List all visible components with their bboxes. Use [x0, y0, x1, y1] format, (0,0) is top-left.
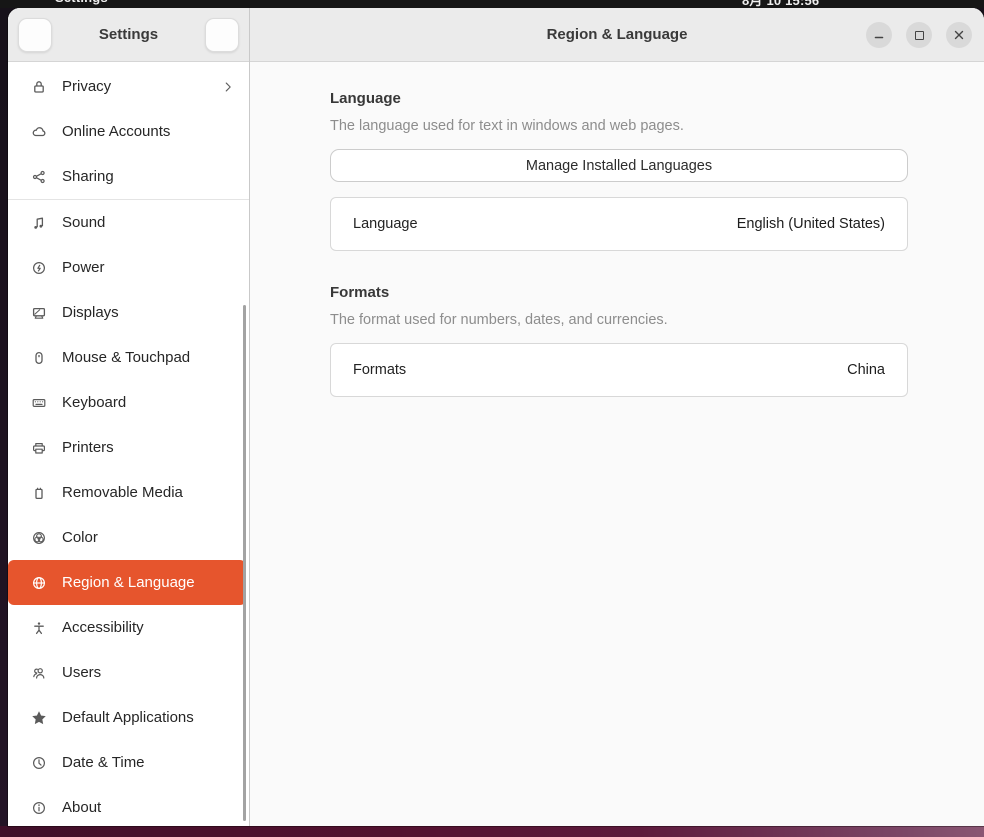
language-row-value: English (United States) [737, 216, 885, 232]
accessibility-icon [30, 619, 47, 636]
sidebar-item-label: Users [62, 664, 101, 681]
clock-icon [30, 754, 47, 771]
info-icon [30, 799, 47, 816]
share-icon [30, 168, 47, 185]
display-icon [30, 304, 47, 321]
sidebar-item-keyboard[interactable]: Keyboard [8, 380, 249, 425]
sidebar-item-label: Online Accounts [62, 123, 170, 140]
close-button[interactable] [946, 22, 972, 48]
sidebar-item-color[interactable]: Color [8, 515, 249, 560]
sidebar-item-label: Privacy [62, 78, 111, 95]
language-section-title: Language [330, 90, 908, 107]
usb-drive-icon [30, 484, 47, 501]
sidebar-item-displays[interactable]: Displays [8, 290, 249, 335]
sidebar-item-label: Default Applications [62, 709, 194, 726]
chevron-right-icon [221, 80, 235, 94]
formats-section-title: Formats [330, 284, 908, 301]
cloud-icon [30, 123, 47, 140]
sidebar-header: Settings [8, 8, 249, 62]
main-panel: Region & Language Language The language … [250, 8, 984, 826]
sidebar-scrollbar[interactable] [243, 305, 246, 821]
sidebar-item-users[interactable]: Users [8, 650, 249, 695]
formats-row-value: China [847, 362, 885, 378]
sidebar-item-label: Date & Time [62, 754, 145, 771]
sidebar-item-default-applications[interactable]: Default Applications [8, 695, 249, 740]
sidebar-item-about[interactable]: About [8, 785, 249, 826]
region-language-content: Language The language used for text in w… [250, 62, 984, 397]
search-icon [27, 27, 43, 43]
sidebar-nav: Privacy Online Accounts Sharing Sound Po… [8, 62, 249, 826]
sidebar-item-removable-media[interactable]: Removable Media [8, 470, 249, 515]
close-icon [953, 29, 965, 41]
sidebar-item-label: Mouse & Touchpad [62, 349, 190, 366]
sidebar: Settings Privacy Online Accounts Sharing [8, 8, 250, 826]
formats-row-label: Formats [353, 362, 406, 378]
language-row[interactable]: Language English (United States) [330, 197, 908, 251]
sidebar-item-accessibility[interactable]: Accessibility [8, 605, 249, 650]
sidebar-item-label: Keyboard [62, 394, 126, 411]
sidebar-title: Settings [99, 26, 158, 43]
formats-row[interactable]: Formats China [330, 343, 908, 397]
language-section-description: The language used for text in windows an… [330, 118, 908, 134]
sidebar-item-region-language[interactable]: Region & Language [8, 560, 246, 605]
topbar-clock[interactable]: 8月 10 15:56 [742, 0, 819, 8]
sidebar-item-online-accounts[interactable]: Online Accounts [8, 109, 249, 154]
settings-window: Settings Privacy Online Accounts Sharing [8, 8, 984, 826]
sidebar-item-sharing[interactable]: Sharing [8, 154, 249, 199]
language-row-label: Language [353, 216, 418, 232]
desktop-wallpaper-strip [0, 826, 984, 837]
sidebar-item-mouse-touchpad[interactable]: Mouse & Touchpad [8, 335, 249, 380]
hamburger-menu-icon [214, 27, 230, 43]
sidebar-item-printers[interactable]: Printers [8, 425, 249, 470]
manage-installed-languages-button[interactable]: Manage Installed Languages [330, 149, 908, 182]
page-title: Region & Language [547, 26, 688, 43]
desktop: Settings Privacy Online Accounts Sharing [0, 8, 984, 826]
mouse-icon [30, 349, 47, 366]
sidebar-item-label: Removable Media [62, 484, 183, 501]
window-controls [866, 8, 972, 62]
sidebar-item-label: Power [62, 259, 105, 276]
desktop-top-bar: Settings 8月 10 15:56 [0, 0, 984, 8]
minimize-icon [873, 29, 885, 41]
formats-section: Formats The format used for numbers, dat… [330, 284, 908, 397]
sidebar-item-power[interactable]: Power [8, 245, 249, 290]
sidebar-item-label: About [62, 799, 101, 816]
header-bar: Region & Language [250, 8, 984, 62]
color-wheel-icon [30, 529, 47, 546]
lock-icon [30, 78, 47, 95]
music-note-icon [30, 214, 47, 231]
sidebar-item-date-time[interactable]: Date & Time [8, 740, 249, 785]
minimize-button[interactable] [866, 22, 892, 48]
keyboard-icon [30, 394, 47, 411]
sidebar-item-label: Region & Language [62, 574, 195, 591]
maximize-button[interactable] [906, 22, 932, 48]
printer-icon [30, 439, 47, 456]
sidebar-item-label: Displays [62, 304, 119, 321]
language-section: Language The language used for text in w… [330, 90, 908, 251]
sidebar-item-privacy[interactable]: Privacy [8, 64, 249, 109]
formats-section-description: The format used for numbers, dates, and … [330, 312, 908, 328]
sidebar-item-label: Sharing [62, 168, 114, 185]
star-icon [30, 709, 47, 726]
topbar-app-label: Settings [55, 0, 108, 5]
sidebar-item-label: Printers [62, 439, 114, 456]
sidebar-item-label: Sound [62, 214, 105, 231]
power-icon [30, 259, 47, 276]
sidebar-item-label: Color [62, 529, 98, 546]
maximize-icon [915, 31, 924, 40]
search-button[interactable] [18, 18, 52, 52]
globe-icon [30, 574, 47, 591]
sidebar-item-label: Accessibility [62, 619, 144, 636]
users-icon [30, 664, 47, 681]
sidebar-item-sound[interactable]: Sound [8, 200, 249, 245]
primary-menu-button[interactable] [205, 18, 239, 52]
